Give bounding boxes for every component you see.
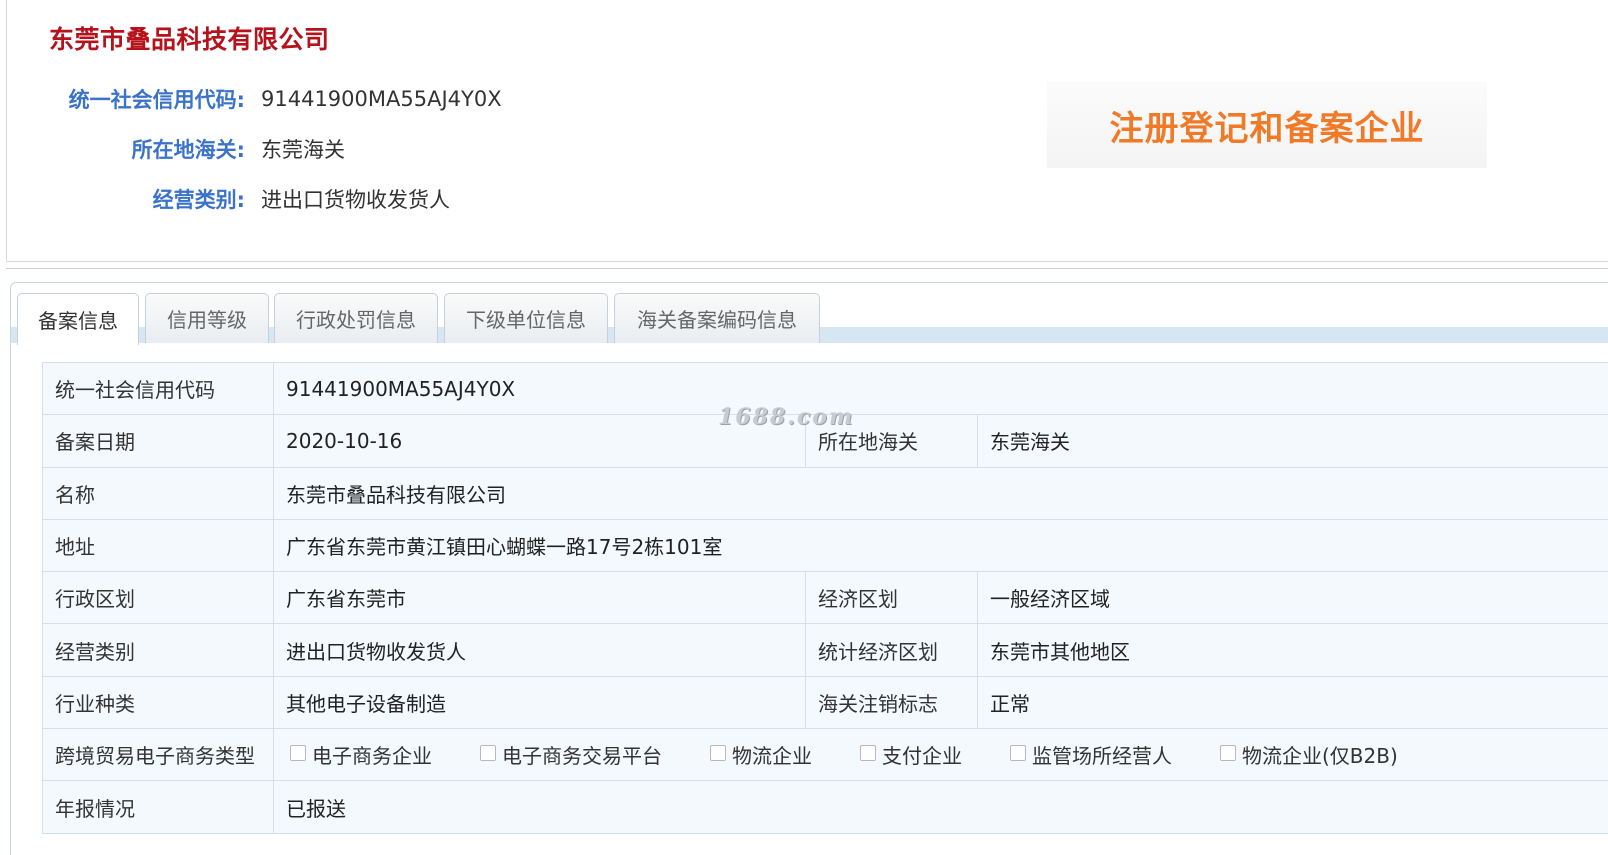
customs-value: 东莞海关 bbox=[977, 414, 1608, 468]
table-row: 行业种类 其他电子设备制造 海关注销标志 正常 bbox=[42, 675, 1608, 730]
company-header: 东莞市叠品科技有限公司 统一社会信用代码: 91441900MA55AJ4Y0X… bbox=[6, 0, 1608, 262]
credit-code-value: 91441900MA55AJ4Y0X bbox=[273, 361, 1608, 416]
table-row: 跨境贸易电子商务类型 电子商务企业 电子商务交易平台 物流企业 支付企业 监管场… bbox=[42, 728, 1608, 782]
checkbox-payment[interactable]: 支付企业 bbox=[860, 740, 962, 769]
address-value: 广东省东莞市黄江镇田心蝴蝶一路17号2栋101室 bbox=[273, 518, 1608, 573]
tab-strip: 备案信息 信用等级 行政处罚信息 下级单位信息 海关备案编码信息 bbox=[11, 283, 1608, 345]
econ-region-value: 一般经济区域 bbox=[977, 571, 1608, 625]
table-row: 地址 广东省东莞市黄江镇田心蝴蝶一路17号2栋101室 bbox=[42, 518, 1608, 573]
checkbox-label: 监管场所经营人 bbox=[1032, 744, 1172, 769]
table-row: 经营类别 进出口货物收发货人 统计经济区划 东莞市其他地区 bbox=[42, 623, 1608, 677]
ecommerce-type-label: 跨境贸易电子商务类型 bbox=[42, 728, 274, 782]
header-credit-code-value: 91441900MA55AJ4Y0X bbox=[261, 87, 502, 111]
table-row: 名称 东莞市叠品科技有限公司 bbox=[42, 466, 1608, 520]
tab-subordinate-units[interactable]: 下级单位信息 bbox=[444, 293, 608, 343]
tab-admin-penalty[interactable]: 行政处罚信息 bbox=[274, 293, 438, 343]
company-name: 东莞市叠品科技有限公司 bbox=[49, 25, 330, 54]
checkbox-label: 电子商务交易平台 bbox=[502, 744, 662, 769]
checkbox-box[interactable] bbox=[290, 744, 306, 761]
checkbox-box[interactable] bbox=[1010, 744, 1026, 761]
registration-status-stamp: 注册登记和备案企业 bbox=[1047, 82, 1487, 168]
industry-value: 其他电子设备制造 bbox=[273, 675, 806, 730]
site-watermark: 1688.com bbox=[718, 404, 855, 430]
checkbox-supervised-site-operator[interactable]: 监管场所经营人 bbox=[1010, 740, 1172, 769]
credit-code-label: 统一社会信用代码 bbox=[42, 361, 274, 416]
header-customs-label: 所在地海关: bbox=[131, 138, 245, 162]
admin-region-label: 行政区划 bbox=[42, 571, 274, 625]
checkbox-label: 物流企业 bbox=[732, 744, 812, 769]
ecommerce-type-options: 电子商务企业 电子商务交易平台 物流企业 支付企业 监管场所经营人 物流企业(仅… bbox=[273, 728, 1608, 782]
checkbox-logistics[interactable]: 物流企业 bbox=[710, 740, 812, 769]
tab-record-info[interactable]: 备案信息 bbox=[17, 293, 139, 345]
ecommerce-checkbox-group: 电子商务企业 电子商务交易平台 物流企业 支付企业 监管场所经营人 物流企业(仅… bbox=[290, 740, 1597, 769]
header-business-type-label: 经营类别: bbox=[152, 188, 245, 212]
header-credit-code-label: 统一社会信用代码: bbox=[68, 88, 245, 112]
header-business-type-row: 经营类别: 进出口货物收发货人 bbox=[7, 182, 450, 216]
checkbox-label: 物流企业(仅B2B) bbox=[1242, 744, 1398, 769]
table-row: 行政区划 广东省东莞市 经济区划 一般经济区域 bbox=[42, 571, 1608, 625]
econ-region-label: 经济区划 bbox=[805, 571, 978, 625]
stat-econ-region-value: 东莞市其他地区 bbox=[977, 623, 1608, 677]
cancel-flag-value: 正常 bbox=[977, 675, 1608, 730]
header-customs-value: 东莞海关 bbox=[261, 138, 345, 162]
checkbox-label: 支付企业 bbox=[882, 744, 962, 769]
tab-credit-level[interactable]: 信用等级 bbox=[145, 293, 269, 343]
section-divider bbox=[6, 268, 1608, 269]
cancel-flag-label: 海关注销标志 bbox=[805, 675, 978, 730]
checkbox-logistics-b2b[interactable]: 物流企业(仅B2B) bbox=[1220, 740, 1398, 769]
checkbox-ecommerce-enterprise[interactable]: 电子商务企业 bbox=[290, 740, 432, 769]
header-customs-row: 所在地海关: 东莞海关 bbox=[7, 132, 345, 166]
table-row: 年报情况 已报送 bbox=[42, 780, 1608, 834]
header-business-type-value: 进出口货物收发货人 bbox=[261, 188, 450, 212]
business-type-value: 进出口货物收发货人 bbox=[273, 623, 806, 677]
name-value: 东莞市叠品科技有限公司 bbox=[273, 466, 1608, 520]
checkbox-box[interactable] bbox=[480, 744, 496, 761]
stamp-text: 注册登记和备案企业 bbox=[1109, 108, 1425, 149]
header-credit-code-row: 统一社会信用代码: 91441900MA55AJ4Y0X bbox=[7, 82, 502, 116]
annual-report-value: 已报送 bbox=[273, 780, 1608, 834]
admin-region-value: 广东省东莞市 bbox=[273, 571, 806, 625]
checkbox-ecommerce-platform[interactable]: 电子商务交易平台 bbox=[480, 740, 662, 769]
industry-label: 行业种类 bbox=[42, 675, 274, 730]
checkbox-box[interactable] bbox=[710, 744, 726, 761]
checkbox-box[interactable] bbox=[1220, 744, 1236, 761]
tab-customs-code[interactable]: 海关备案编码信息 bbox=[614, 293, 820, 343]
stat-econ-region-label: 统计经济区划 bbox=[805, 623, 978, 677]
checkbox-box[interactable] bbox=[860, 744, 876, 761]
address-label: 地址 bbox=[42, 518, 274, 573]
business-type-label: 经营类别 bbox=[42, 623, 274, 677]
record-info-table: 统一社会信用代码 91441900MA55AJ4Y0X 备案日期 2020-10… bbox=[42, 361, 1608, 834]
record-date-label: 备案日期 bbox=[42, 414, 274, 468]
checkbox-label: 电子商务企业 bbox=[312, 744, 432, 769]
annual-report-label: 年报情况 bbox=[42, 780, 274, 834]
name-label: 名称 bbox=[42, 466, 274, 520]
